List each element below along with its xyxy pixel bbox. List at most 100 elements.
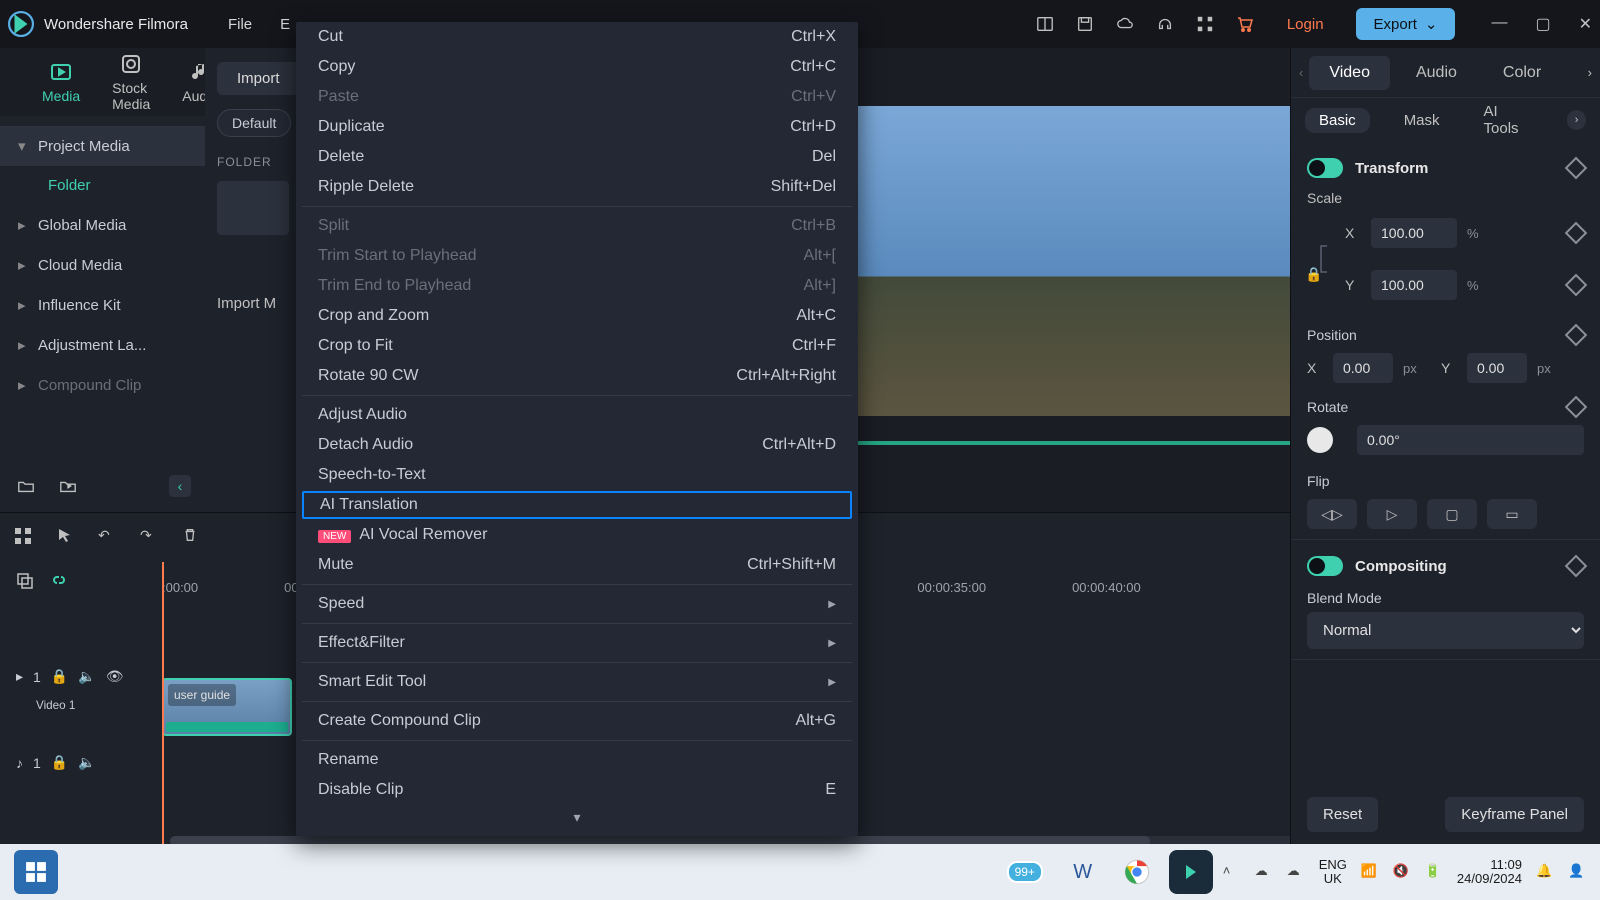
tree-folder[interactable]: Folder — [0, 166, 205, 205]
timeline-link-icon[interactable] — [50, 572, 68, 590]
cm-disable-clip[interactable]: Disable ClipE — [296, 775, 858, 805]
keyframe-icon[interactable] — [1565, 274, 1588, 297]
taskbar-chrome[interactable] — [1115, 850, 1159, 894]
playhead[interactable] — [162, 562, 164, 852]
cm-smart-edit[interactable]: Smart Edit Tool — [296, 667, 858, 697]
lock-icon[interactable]: 🔒 — [51, 668, 68, 685]
tree-influence-kit[interactable]: ▸Influence Kit — [0, 285, 205, 325]
flip-reset-button[interactable]: ▭ — [1487, 499, 1537, 529]
weather-icon[interactable]: ☁ — [1287, 863, 1305, 881]
battery-icon[interactable]: 🔋 — [1425, 863, 1443, 881]
headset-icon[interactable] — [1155, 14, 1175, 34]
taskbar-app[interactable]: 99+ — [1007, 850, 1051, 894]
cm-rotate[interactable]: Rotate 90 CWCtrl+Alt+Right — [296, 361, 858, 391]
scale-x-input[interactable] — [1371, 218, 1457, 248]
cm-crop-fit[interactable]: Crop to FitCtrl+F — [296, 331, 858, 361]
taskbar-start[interactable] — [14, 850, 58, 894]
cm-duplicate[interactable]: DuplicateCtrl+D — [296, 112, 858, 142]
tree-global-media[interactable]: ▸Global Media — [0, 205, 205, 245]
login-button[interactable]: Login — [1275, 16, 1336, 33]
redo-icon[interactable]: ↷ — [140, 527, 162, 549]
cm-ripple-delete[interactable]: Ripple DeleteShift+Del — [296, 172, 858, 202]
maximize-icon[interactable]: ▢ — [1535, 14, 1550, 34]
keyframe-icon[interactable] — [1565, 555, 1588, 578]
cm-mute[interactable]: MuteCtrl+Shift+M — [296, 550, 858, 580]
rotate-knob[interactable] — [1307, 427, 1333, 453]
subtab-scroll-icon[interactable]: › — [1567, 110, 1586, 130]
share-folder-icon[interactable] — [56, 474, 80, 498]
save-icon[interactable] — [1075, 14, 1095, 34]
cm-cut[interactable]: CutCtrl+X — [296, 22, 858, 52]
tab-media[interactable]: Media — [42, 60, 80, 104]
insp-tab-video[interactable]: Video — [1309, 56, 1390, 90]
subtab-basic[interactable]: Basic — [1305, 108, 1370, 133]
layout-icon[interactable] — [1035, 14, 1055, 34]
timeline-layers-icon[interactable] — [16, 572, 34, 590]
tab-stock[interactable]: Stock Media — [112, 52, 150, 112]
cm-speech-to-text[interactable]: Speech-to-Text — [296, 460, 858, 490]
compositing-toggle[interactable] — [1307, 556, 1343, 576]
mute-icon[interactable]: 🔈 — [78, 754, 95, 771]
reset-button[interactable]: Reset — [1307, 797, 1378, 832]
tab-scroll-left[interactable]: ‹ — [1299, 65, 1303, 80]
cm-ai-translation[interactable]: AI Translation — [302, 491, 852, 519]
cart-icon[interactable] — [1235, 14, 1255, 34]
menu-file[interactable]: File — [228, 16, 252, 33]
insp-tab-color[interactable]: Color — [1483, 56, 1561, 90]
cm-copy[interactable]: CopyCtrl+C — [296, 52, 858, 82]
tray-chevron-icon[interactable]: ˄ — [1223, 863, 1241, 881]
cm-detach-audio[interactable]: Detach AudioCtrl+Alt+D — [296, 430, 858, 460]
keyframe-icon[interactable] — [1565, 157, 1588, 180]
select-icon[interactable] — [56, 527, 78, 549]
flip-v-button[interactable]: ▷ — [1367, 499, 1417, 529]
cloud-icon[interactable] — [1115, 14, 1135, 34]
undo-icon[interactable]: ↶ — [98, 527, 120, 549]
pos-y-input[interactable] — [1467, 353, 1527, 383]
cm-crop-zoom[interactable]: Crop and ZoomAlt+C — [296, 301, 858, 331]
cm-ai-vocal-remover[interactable]: NEWAI Vocal Remover — [296, 520, 858, 550]
volume-mute-icon[interactable]: 🔇 — [1393, 863, 1411, 881]
cm-delete[interactable]: DeleteDel — [296, 142, 858, 172]
language-indicator[interactable]: ENG UK — [1319, 858, 1347, 887]
lock-icon[interactable]: 🔒 — [1305, 266, 1322, 282]
menu-edit[interactable]: E — [280, 16, 290, 33]
taskbar-filmora[interactable] — [1169, 850, 1213, 894]
keyframe-icon[interactable] — [1565, 396, 1588, 419]
video-track-icon[interactable]: ▸ — [16, 668, 23, 685]
rotate-input[interactable] — [1357, 425, 1584, 455]
notifications-icon[interactable]: 🔔 — [1536, 863, 1554, 881]
taskbar-word[interactable]: W — [1061, 850, 1105, 894]
wifi-icon[interactable]: 📶 — [1361, 863, 1379, 881]
cm-create-compound[interactable]: Create Compound ClipAlt+G — [296, 706, 858, 736]
mute-icon[interactable]: 🔈 — [78, 668, 95, 685]
transform-toggle[interactable] — [1307, 158, 1343, 178]
blend-mode-select[interactable]: Normal — [1307, 612, 1584, 649]
flip-h-button[interactable]: ◁▷ — [1307, 499, 1357, 529]
visible-icon[interactable]: 👁 — [106, 668, 124, 685]
insp-tab-audio[interactable]: Audio — [1396, 56, 1477, 90]
close-icon[interactable]: ✕ — [1579, 14, 1592, 34]
tree-adjustment[interactable]: ▸Adjustment La... — [0, 325, 205, 365]
cm-effect-filter[interactable]: Effect&Filter — [296, 628, 858, 658]
minimize-icon[interactable]: — — [1491, 14, 1507, 34]
tree-cloud-media[interactable]: ▸Cloud Media — [0, 245, 205, 285]
onedrive-icon[interactable]: ☁ — [1255, 863, 1273, 881]
flip-copy-button[interactable]: ▢ — [1427, 499, 1477, 529]
collapse-panel-icon[interactable]: ‹ — [169, 475, 191, 497]
profile-icon[interactable]: 👤 — [1568, 863, 1586, 881]
export-button[interactable]: Export⌄ — [1356, 8, 1456, 40]
folder-thumbnail[interactable] — [217, 181, 289, 235]
subtab-mask[interactable]: Mask — [1394, 108, 1450, 133]
subtab-ai[interactable]: AI Tools — [1474, 99, 1544, 141]
tree-project-media[interactable]: ▾Project Media — [0, 126, 205, 166]
cm-speed[interactable]: Speed — [296, 589, 858, 619]
grid-icon[interactable] — [14, 527, 36, 549]
lock-icon[interactable]: 🔒 — [51, 754, 68, 771]
tab-scroll-right[interactable]: › — [1588, 65, 1592, 80]
timeline-clip[interactable]: user guide — [162, 678, 292, 736]
cm-rename[interactable]: Rename — [296, 745, 858, 775]
cm-scroll-down-icon[interactable]: ▾ — [296, 805, 858, 830]
audio-track-icon[interactable]: ♪ — [16, 755, 23, 771]
new-folder-icon[interactable] — [14, 474, 38, 498]
import-button[interactable]: Import — [217, 62, 300, 95]
